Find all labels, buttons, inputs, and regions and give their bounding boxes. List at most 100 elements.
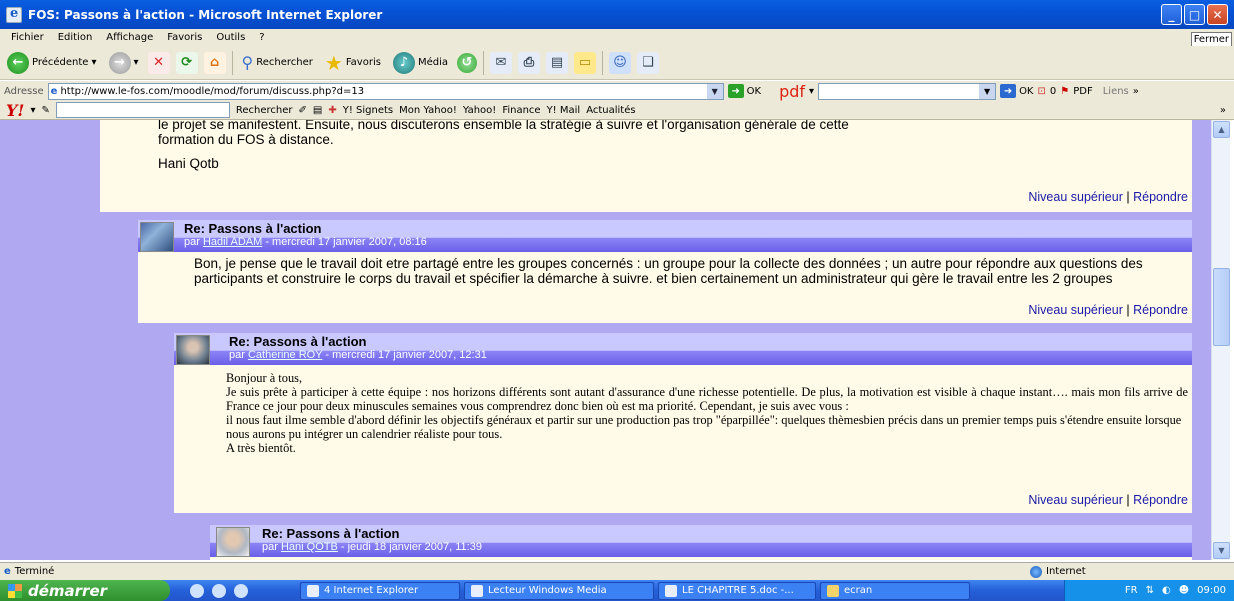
post-greeting: Bonjour à tous,	[226, 371, 303, 385]
mail-icon[interactable]: ✉	[489, 51, 512, 74]
highlight-icon[interactable]: ✐	[299, 105, 307, 116]
quicklaunch-ie-icon[interactable]	[190, 583, 204, 598]
back-button[interactable]: ← Précédente ▾	[4, 50, 100, 76]
vertical-scrollbar[interactable]: ▲ ▼	[1211, 120, 1230, 560]
pdf-input-dropdown-icon[interactable]: ▼	[979, 83, 996, 99]
layout-icon[interactable]: ▤	[313, 105, 322, 116]
parent-link[interactable]: Niveau supérieur	[1028, 190, 1123, 204]
reply-link[interactable]: Répondre	[1133, 303, 1188, 317]
yahoo-logo[interactable]: Y!	[6, 101, 24, 120]
author-link[interactable]: Catherine ROY	[248, 349, 322, 361]
toolbar-divider	[482, 50, 484, 75]
parent-link[interactable]: Niveau supérieur	[1028, 493, 1123, 507]
author-link[interactable]: Hani QOTB	[281, 541, 338, 553]
counter-value: 0	[1049, 85, 1057, 97]
avatar[interactable]	[216, 527, 250, 557]
pdf-go-icon: ➜	[1000, 84, 1017, 98]
search-button[interactable]: ⚲ Rechercher	[239, 50, 316, 76]
menu-fichier[interactable]: Fichier	[4, 32, 51, 43]
scroll-thumb[interactable]	[1213, 268, 1230, 346]
post-title: Re: Passons à l'action	[262, 526, 400, 541]
language-indicator[interactable]: FR	[1125, 585, 1138, 596]
go-label: OK	[746, 85, 762, 97]
avatar[interactable]	[176, 335, 210, 365]
yahoo-chevron-icon[interactable]: »	[1220, 105, 1226, 116]
address-dropdown-icon[interactable]: ▼	[706, 83, 723, 99]
author-link[interactable]: Hadil ADAM	[203, 236, 262, 248]
messenger-tray-icon[interactable]: ☻	[1179, 585, 1189, 596]
scroll-down-icon[interactable]: ▼	[1213, 542, 1230, 559]
minimize-button[interactable]: _	[1161, 4, 1182, 25]
post-body-line: formation du FOS à distance.	[158, 132, 334, 147]
home-icon[interactable]: ⌂	[203, 51, 226, 74]
volume-icon[interactable]: ◐	[1162, 585, 1171, 596]
edit-icon[interactable]: ▤	[545, 51, 568, 74]
go-arrow-icon: ➜	[727, 84, 744, 98]
pdf-search-input[interactable]: ▼	[818, 82, 997, 100]
yahoo-item-finance[interactable]: Finance	[502, 105, 540, 116]
go-button[interactable]: ➜ OK	[727, 84, 762, 98]
post-paragraph: Je suis prête à participer à cette équip…	[226, 385, 1188, 413]
menu-favoris[interactable]: Favoris	[160, 32, 209, 43]
media-task-icon	[471, 584, 483, 597]
post-date: - mercredi 17 janvier 2007, 12:31	[322, 349, 487, 361]
yahoo-item-actualites[interactable]: Actualités	[586, 105, 635, 116]
taskbar-item-ecran[interactable]: ecran	[820, 581, 970, 600]
favorites-button[interactable]: ★ Favoris	[322, 50, 384, 76]
task-label: 4 Internet Explorer	[324, 585, 419, 596]
yahoo-item-mail[interactable]: Y! Mail	[547, 105, 581, 116]
parent-link[interactable]: Niveau supérieur	[1028, 303, 1123, 317]
yahoo-search-input[interactable]	[55, 102, 230, 118]
avatar[interactable]	[140, 222, 174, 252]
refresh-icon[interactable]: ⟳	[175, 51, 198, 74]
folder-icon[interactable]: ▭	[573, 51, 596, 74]
menu-outils[interactable]: Outils	[209, 32, 252, 43]
pdf-button-label[interactable]: PDF	[1073, 86, 1092, 97]
plus-icon[interactable]: ✚	[328, 105, 336, 116]
messenger-icon[interactable]: ☺	[608, 51, 631, 74]
menu-edition[interactable]: Edition	[51, 32, 100, 43]
pencil-icon[interactable]: ✎	[41, 105, 49, 116]
scroll-up-icon[interactable]: ▲	[1213, 121, 1230, 138]
yahoo-search-button[interactable]: Rechercher	[236, 105, 293, 116]
taskbar-item-ie[interactable]: 4 Internet Explorer	[300, 581, 460, 600]
taskbar-item-word[interactable]: LE CHAPITRE 5.doc -...	[658, 581, 816, 600]
reply-link[interactable]: Répondre	[1133, 190, 1188, 204]
menu-bar: Fichier Edition Affichage Favoris Outils…	[0, 29, 1234, 47]
pdf-dropdown-icon[interactable]: ▾	[809, 86, 814, 97]
task-label: ecran	[844, 585, 873, 596]
address-input[interactable]: e http://www.le-fos.com/moodle/mod/forum…	[47, 82, 724, 100]
yahoo-item-mon-yahoo[interactable]: Mon Yahoo!	[399, 105, 457, 116]
history-icon[interactable]: ↺	[456, 52, 477, 73]
yahoo-dropdown-icon[interactable]: ▾	[30, 105, 35, 116]
post-title: Re: Passons à l'action	[184, 221, 322, 236]
maximize-button[interactable]: □	[1184, 4, 1205, 25]
quicklaunch-media-icon[interactable]	[234, 583, 248, 598]
quicklaunch-desktop-icon[interactable]	[212, 583, 226, 598]
menu-help[interactable]: ?	[252, 32, 271, 43]
yahoo-item-yahoo[interactable]: Yahoo!	[463, 105, 496, 116]
window-title: FOS: Passons à l'action - Microsoft Inte…	[28, 7, 383, 22]
start-button[interactable]: démarrer	[0, 580, 170, 601]
menu-affichage[interactable]: Affichage	[99, 32, 160, 43]
word-task-icon	[665, 584, 677, 597]
forward-button[interactable]: → ▾	[106, 50, 142, 76]
task-label: LE CHAPITRE 5.doc -...	[682, 585, 794, 596]
taskbar-item-media[interactable]: Lecteur Windows Media	[464, 581, 654, 600]
reply-link[interactable]: Répondre	[1133, 493, 1188, 507]
media-button[interactable]: ♪ Média	[390, 50, 451, 76]
stop-icon[interactable]: ✕	[147, 51, 170, 74]
yahoo-item-signets[interactable]: Y! Signets	[343, 105, 393, 116]
pdf-ok-button[interactable]: ➜ OK	[1000, 84, 1034, 98]
links-chevron-icon[interactable]: »	[1133, 86, 1139, 97]
post-signature: Hani Qotb	[158, 156, 219, 171]
research-icon[interactable]: ❑	[636, 51, 659, 74]
favorites-star-icon: ★	[324, 50, 343, 75]
links-label[interactable]: Liens	[1103, 86, 1129, 97]
pdf-ok-label: OK	[1019, 85, 1034, 97]
print-icon[interactable]: ⎙	[517, 51, 540, 74]
close-button[interactable]: ✕	[1207, 4, 1228, 25]
pdf-button-icon[interactable]: ⚑	[1060, 86, 1069, 97]
network-icon[interactable]: ⇅	[1146, 585, 1154, 596]
back-dropdown-icon[interactable]: ▾	[91, 57, 96, 68]
